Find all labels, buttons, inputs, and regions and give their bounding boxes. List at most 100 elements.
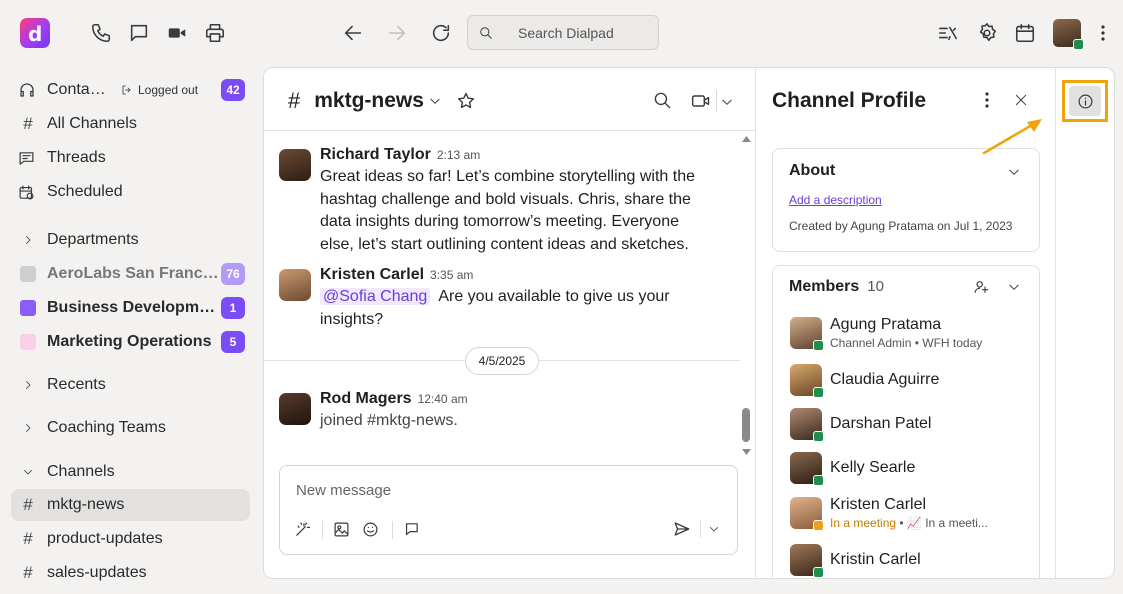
sidebar-item-label: All Channels (47, 115, 137, 132)
phone-icon[interactable] (90, 22, 112, 44)
about-heading: About (789, 162, 836, 179)
sidebar-group-business-development[interactable]: Business Development 1 (11, 292, 250, 324)
search-input[interactable]: Search Dialpad (518, 25, 614, 41)
sidebar-item-label: Contac... (47, 81, 111, 98)
sidebar-channel-sales-updates[interactable]: # sales-updates (11, 557, 250, 589)
add-description-link[interactable]: Add a description (789, 193, 882, 207)
message-author[interactable]: Richard Taylor (320, 146, 431, 164)
message-list[interactable]: Richard Taylor 2:13 am Great ideas so fa… (264, 132, 755, 462)
sidebar-item-label: Scheduled (47, 183, 123, 200)
headset-icon (18, 81, 38, 99)
scrollbar-thumb[interactable] (742, 408, 750, 442)
presence-badge (813, 431, 824, 442)
message-time: 3:35 am (430, 268, 474, 282)
message-item: Kristen Carlel 3:35 am @Sofia Chang Are … (320, 266, 720, 331)
chart-emoji-icon: 📈 (906, 516, 922, 530)
scroll-up-icon[interactable] (742, 136, 751, 142)
section-label: Channels (47, 463, 115, 480)
send-icon[interactable] (673, 520, 691, 538)
user-mention[interactable]: @Sofia Chang (320, 288, 431, 305)
hash-icon: # (288, 88, 301, 113)
more-vertical-icon[interactable] (984, 92, 990, 108)
dnd-call-icon[interactable] (937, 22, 959, 44)
divider (700, 520, 701, 538)
sidebar-section-departments[interactable]: Departments (11, 224, 250, 256)
channel-name: mktg-news (314, 89, 424, 112)
chevron-down-icon[interactable] (708, 523, 720, 535)
sidebar-item-threads[interactable]: Threads (11, 142, 250, 174)
dialpad-logo[interactable]: d (20, 18, 50, 48)
user-avatar[interactable] (1053, 19, 1084, 50)
clipped-message (320, 132, 700, 136)
members-header: Members 10 (789, 278, 884, 296)
annotation-arrow (980, 116, 1046, 158)
avatar (790, 408, 824, 442)
info-button[interactable] (1069, 86, 1101, 116)
add-member-icon[interactable] (973, 279, 989, 295)
group-color-swatch (20, 266, 36, 282)
gear-icon[interactable] (976, 22, 998, 44)
close-icon[interactable] (1014, 93, 1028, 107)
unread-count: 1 (221, 297, 245, 319)
sidebar-channel-mktg-news[interactable]: # mktg-news (11, 489, 250, 521)
sidebar-section-coaching-teams[interactable]: Coaching Teams (11, 412, 250, 444)
message-composer[interactable]: New message (279, 465, 738, 555)
member-item[interactable]: Claudia Aguirre (790, 364, 939, 398)
magic-wand-icon[interactable] (294, 521, 311, 538)
sidebar-section-channels[interactable]: Channels (11, 456, 250, 488)
message-author[interactable]: Rod Magers (320, 390, 412, 408)
back-arrow-icon[interactable] (342, 22, 364, 44)
member-name: Kristen Carlel (830, 496, 927, 513)
sidebar-section-recents[interactable]: Recents (11, 369, 250, 401)
search-icon[interactable] (653, 91, 672, 110)
forward-arrow-icon[interactable] (386, 22, 408, 44)
channel-label: product-updates (47, 530, 163, 547)
chevron-down-icon[interactable] (1007, 165, 1021, 179)
video-call-icon[interactable] (691, 92, 711, 110)
member-item[interactable]: Kelly Searle (790, 452, 915, 486)
member-item[interactable]: Agung Pratama Channel Admin • WFH today (790, 316, 982, 351)
chevron-right-icon (18, 422, 38, 434)
panel-title: Channel Profile (772, 89, 927, 112)
star-icon (457, 92, 474, 109)
avatar[interactable] (279, 149, 311, 181)
refresh-icon[interactable] (430, 22, 452, 44)
sidebar-group-aerolabs[interactable]: AeroLabs San Francisc... 76 (11, 258, 250, 290)
printer-icon[interactable] (204, 22, 226, 44)
sidebar-channel-product-updates[interactable]: # product-updates (11, 523, 250, 555)
sidebar-group-marketing-operations[interactable]: Marketing Operations 5 (11, 326, 250, 358)
group-color-swatch (20, 334, 36, 350)
about-card: About Add a description Created by Agung… (772, 148, 1040, 252)
presence-badge (813, 567, 824, 578)
message-time: 2:13 am (436, 148, 481, 162)
search-bar[interactable]: Search Dialpad (467, 15, 659, 50)
chevron-down-icon[interactable] (1007, 280, 1021, 294)
image-icon[interactable] (333, 521, 350, 538)
channel-title[interactable]: # mktg-news (288, 88, 476, 114)
message-text: joined #mktg-news. (320, 412, 458, 429)
message-time: 12:40 am (417, 392, 468, 406)
calendar-icon[interactable] (1014, 22, 1036, 44)
emoji-icon[interactable] (362, 521, 379, 538)
member-item[interactable]: Kristen Carlel In a meeting • 📈 In a mee… (790, 496, 988, 531)
more-vertical-icon[interactable] (1100, 25, 1106, 41)
thread-reply-icon[interactable] (403, 521, 420, 538)
logout-icon (122, 85, 131, 95)
sidebar-item-contacts[interactable]: Contac... Logged out 42 (11, 74, 250, 106)
member-item[interactable]: Kristin Carlel (790, 544, 921, 578)
message-author[interactable]: Kristen Carlel (320, 266, 424, 284)
video-icon[interactable] (166, 22, 188, 44)
member-name: Darshan Patel (830, 415, 932, 432)
chevron-down-icon[interactable] (720, 95, 734, 109)
avatar[interactable] (279, 269, 311, 301)
message-input[interactable]: New message (296, 482, 391, 499)
channel-header: # mktg-news (264, 68, 755, 131)
avatar[interactable] (279, 393, 311, 425)
scroll-down-icon[interactable] (742, 449, 751, 455)
avatar (790, 497, 824, 531)
members-count: 10 (867, 278, 884, 295)
chat-icon[interactable] (128, 22, 150, 44)
member-item[interactable]: Darshan Patel (790, 408, 932, 442)
sidebar-item-all-channels[interactable]: # All Channels (11, 108, 250, 140)
sidebar-item-scheduled[interactable]: Scheduled (11, 176, 250, 208)
